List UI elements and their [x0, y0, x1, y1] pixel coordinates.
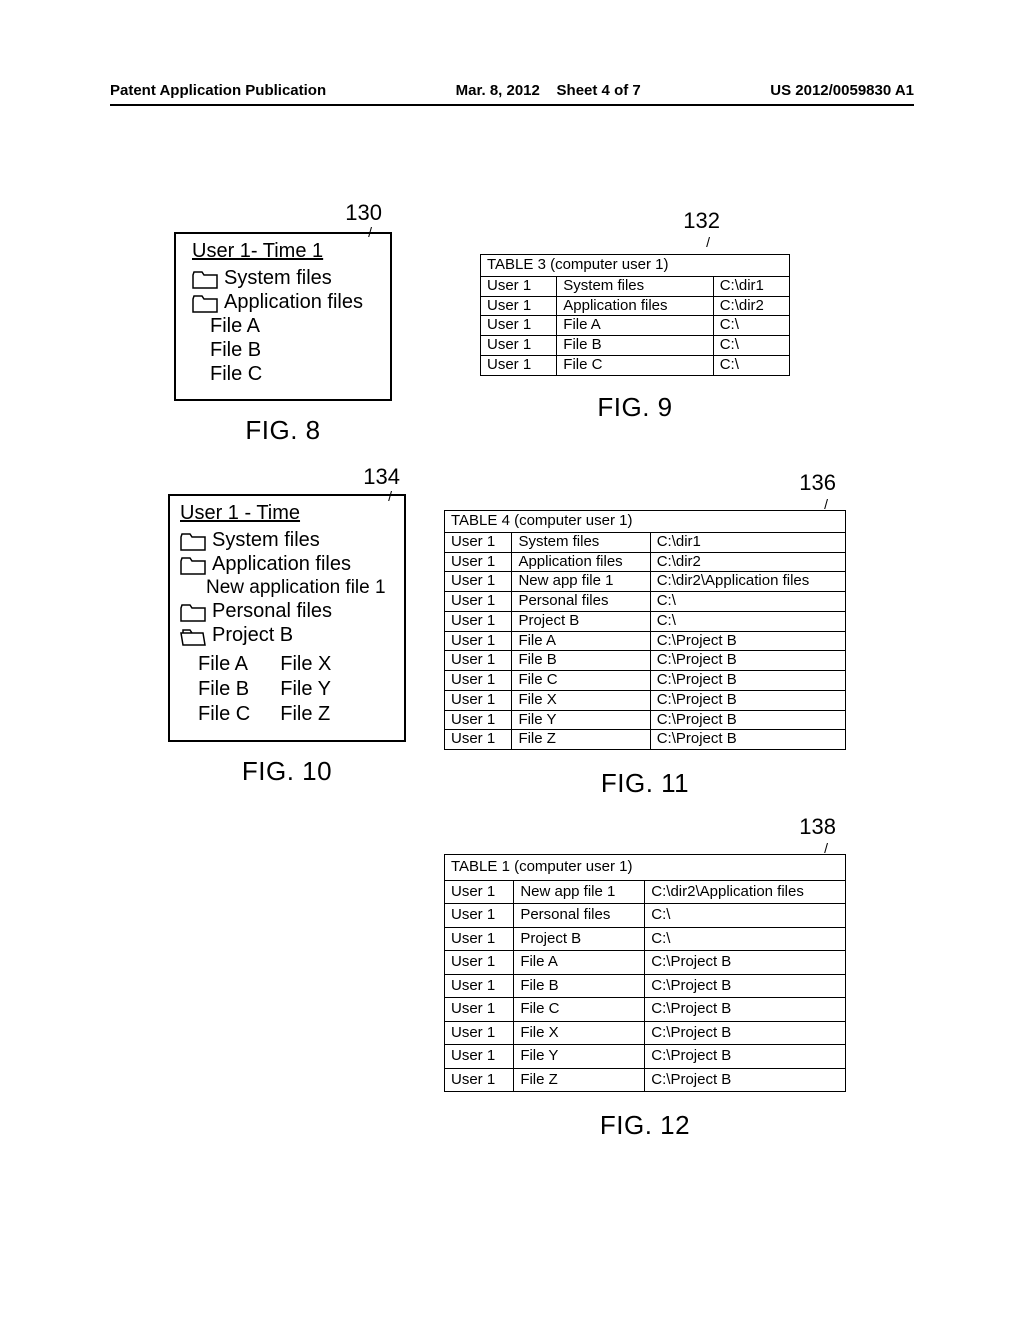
table-row: User 1File CC:\	[481, 355, 790, 375]
folder-item: System files	[180, 529, 394, 552]
folder-label: System files	[224, 267, 332, 290]
table-row: User 1Application filesC:\dir2	[445, 552, 846, 572]
file-columns: File A File B File C File X File Y File …	[180, 651, 394, 728]
folder-item: Project B	[180, 624, 394, 647]
table-row: User 1File CC:\Project B	[445, 998, 846, 1022]
table-row: User 1File BC:\Project B	[445, 974, 846, 998]
sheet-info: Sheet 4 of 7	[557, 82, 641, 99]
table-row: User 1Personal filesC:\	[445, 592, 846, 612]
table-row: User 1File CC:\Project B	[445, 671, 846, 691]
figure-caption: FIG. 9	[480, 392, 790, 423]
table-row: User 1Application filesC:\dir2	[481, 296, 790, 316]
table-title: TABLE 4 (computer user 1)	[445, 511, 846, 533]
fig8-panel: User 1- Time 1 System files Application …	[174, 232, 392, 401]
ref-tick: /	[368, 224, 372, 240]
table-title: TABLE 3 (computer user 1)	[481, 255, 790, 277]
ref-number-136: 136	[799, 470, 836, 496]
table-row: User 1File ZC:\Project B	[445, 1068, 846, 1092]
file-item: File X	[280, 653, 331, 676]
folder-label: Personal files	[212, 600, 332, 623]
ref-tick: /	[706, 234, 710, 250]
table-row: User 1File XC:\Project B	[445, 690, 846, 710]
table-title: TABLE 1 (computer user 1)	[445, 855, 846, 881]
file-item: File Z	[280, 703, 331, 726]
figure-caption: FIG. 10	[168, 756, 406, 787]
fig10-panel: User 1 - Time System files Application f…	[168, 494, 406, 742]
figure-12: 138 / TABLE 1 (computer user 1) User 1Ne…	[444, 854, 846, 1141]
fig10-title: User 1 - Time	[180, 502, 394, 525]
file-item: File A	[192, 315, 374, 338]
ref-number-134: 134	[363, 464, 400, 490]
table-row: User 1File YC:\Project B	[445, 1045, 846, 1069]
file-item: File Y	[280, 678, 331, 701]
table-row: User 1File BC:\Project B	[445, 651, 846, 671]
pub-label: Patent Application Publication	[110, 82, 326, 99]
table-row: User 1File YC:\Project B	[445, 710, 846, 730]
sub-file-item: New application file 1	[180, 577, 394, 599]
folder-icon	[192, 293, 218, 313]
folder-icon	[180, 602, 206, 622]
table-4: TABLE 4 (computer user 1) User 1System f…	[444, 510, 846, 750]
file-item: File C	[198, 703, 250, 726]
folder-item: Personal files	[180, 600, 394, 623]
table-row: User 1File ZC:\Project B	[445, 730, 846, 750]
table-row: User 1Project BC:\	[445, 611, 846, 631]
table-3: TABLE 3 (computer user 1) User 1System f…	[480, 254, 790, 376]
figure-caption: FIG. 12	[444, 1110, 846, 1141]
table-1: TABLE 1 (computer user 1) User 1New app …	[444, 854, 846, 1092]
file-item: File A	[198, 653, 250, 676]
header-rule	[110, 104, 914, 106]
folder-icon	[192, 269, 218, 289]
figure-10: 134 / User 1 - Time System files Applica…	[168, 494, 406, 787]
ref-tick: /	[824, 496, 828, 512]
folder-item: Application files	[180, 553, 394, 576]
figure-caption: FIG. 8	[174, 415, 392, 446]
folder-label: Application files	[224, 291, 363, 314]
folder-label: System files	[212, 529, 320, 552]
ref-number-132: 132	[683, 208, 720, 234]
table-row: User 1System filesC:\dir1	[445, 532, 846, 552]
folder-label: Project B	[212, 624, 293, 647]
open-folder-icon	[180, 626, 206, 646]
table-row: User 1File AC:\Project B	[445, 631, 846, 651]
figure-8: 130 / User 1- Time 1 System files Applic…	[174, 232, 392, 446]
folder-icon	[180, 555, 206, 575]
folder-icon	[180, 531, 206, 551]
folder-item: System files	[192, 267, 374, 290]
file-item: File B	[198, 678, 250, 701]
table-row: User 1Personal filesC:\	[445, 904, 846, 928]
ref-number-130: 130	[345, 200, 382, 226]
ref-tick: /	[824, 840, 828, 856]
table-row: User 1Project BC:\	[445, 927, 846, 951]
folder-item: Application files	[192, 291, 374, 314]
fig8-title: User 1- Time 1	[192, 240, 374, 263]
doc-number: US 2012/0059830 A1	[770, 82, 914, 99]
table-row: User 1File BC:\	[481, 336, 790, 356]
folder-label: Application files	[212, 553, 351, 576]
figure-11: 136 / TABLE 4 (computer user 1) User 1Sy…	[444, 510, 846, 799]
page-header: Patent Application Publication Mar. 8, 2…	[110, 82, 914, 99]
table-row: User 1System filesC:\dir1	[481, 276, 790, 296]
figure-caption: FIG. 11	[444, 768, 846, 799]
table-row: User 1File XC:\Project B	[445, 1021, 846, 1045]
file-item: File B	[192, 339, 374, 362]
table-row: User 1New app file 1C:\dir2\Application …	[445, 880, 846, 904]
figure-9: 132 / TABLE 3 (computer user 1) User 1Sy…	[480, 254, 790, 423]
file-item: File C	[192, 363, 374, 386]
table-row: User 1File AC:\Project B	[445, 951, 846, 975]
table-row: User 1New app file 1C:\dir2\Application …	[445, 572, 846, 592]
pub-date: Mar. 8, 2012	[456, 82, 540, 99]
ref-number-138: 138	[799, 814, 836, 840]
ref-tick: /	[388, 488, 392, 504]
table-row: User 1File AC:\	[481, 316, 790, 336]
